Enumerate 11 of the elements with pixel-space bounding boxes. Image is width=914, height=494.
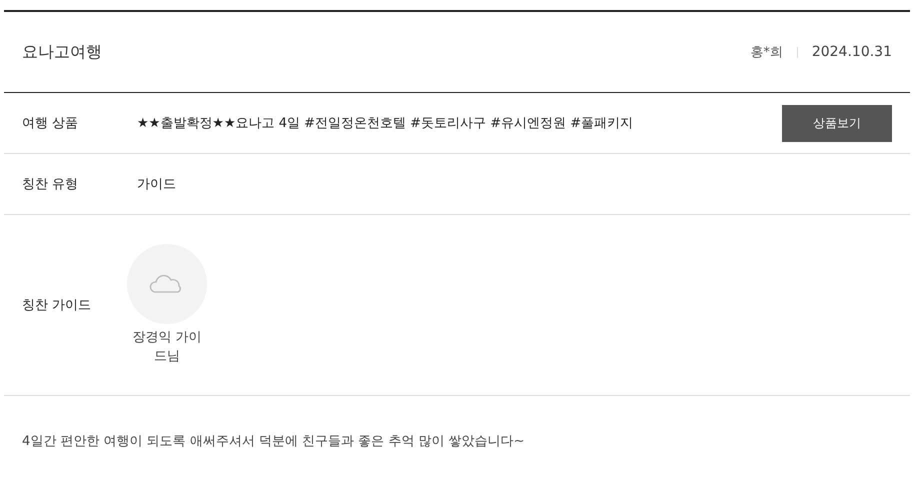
- author-name: 홍*희: [750, 44, 783, 61]
- review-text: 4일간 편안한 여행이 되도록 애써주셔서 덕분에 친구들과 좋은 추억 많이 쌓았습니다~: [22, 433, 526, 450]
- row-value: 가이드: [137, 176, 177, 193]
- row-label: 칭찬 유형: [22, 176, 80, 193]
- guide-name: 장경익 가이드님: [131, 329, 203, 366]
- row-label: 여행 상품: [22, 115, 80, 132]
- view-product-button[interactable]: 상품보기: [782, 104, 892, 142]
- review-date: 2024.10.31: [812, 44, 892, 60]
- row-label: 칭찬 가이드: [22, 297, 92, 314]
- review-title: 요나고여행: [22, 42, 102, 62]
- product-name: ★★출발확정★★요나고 4일 #전일정온천호텔 #돗토리사구 #유시엔정원 #풀패키지: [137, 115, 634, 132]
